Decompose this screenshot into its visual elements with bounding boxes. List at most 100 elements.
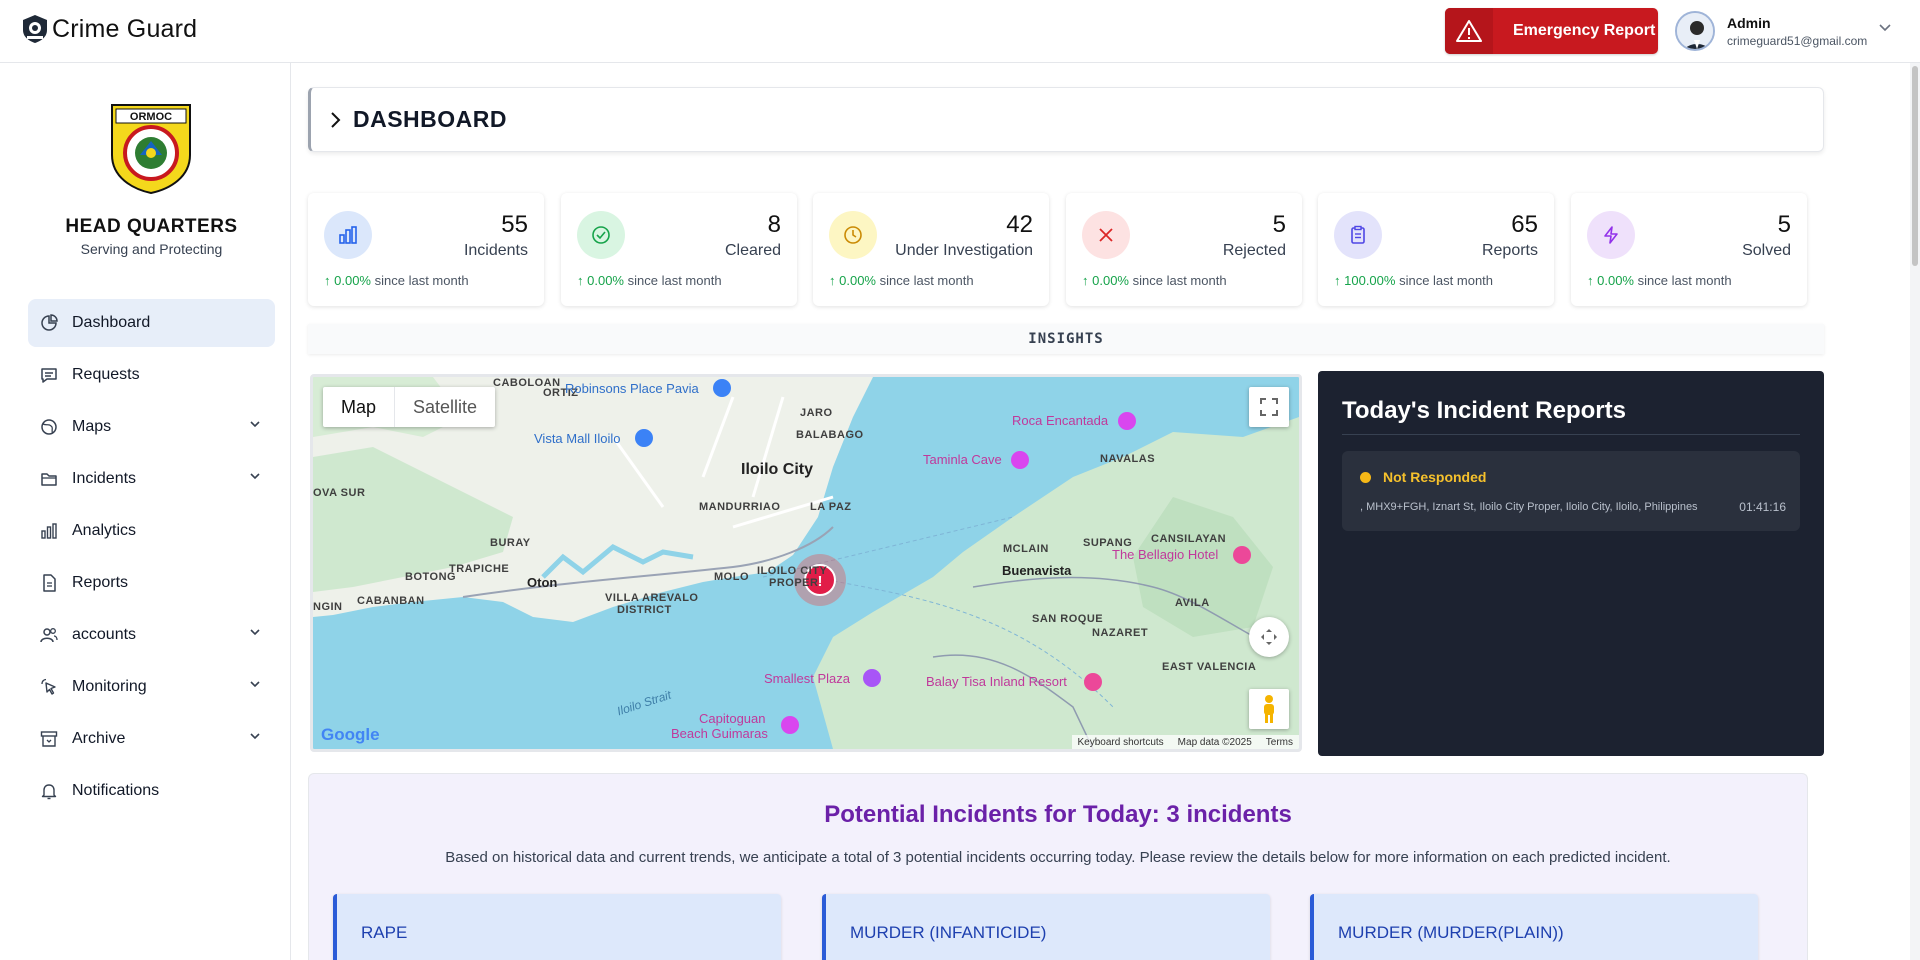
stat-label: Solved <box>1742 242 1791 259</box>
map-label: VILLA AREVALO <box>605 592 699 604</box>
keyboard-shortcuts-link[interactable]: Keyboard shortcuts <box>1078 737 1164 748</box>
stat-change: ↑ 100.00% since last month <box>1334 273 1494 288</box>
map-poi-label[interactable]: Vista Mall Iloilo <box>534 431 620 446</box>
map-label: Buenavista <box>1002 563 1072 578</box>
map-poi-label[interactable]: Robinsons Place Pavia <box>565 381 699 396</box>
potential-incident-card[interactable]: MURDER (INFANTICIDE) <box>822 894 1270 960</box>
stat-label: Rejected <box>1222 242 1286 259</box>
stat-change: ↑ 0.00% since last month <box>1587 273 1732 288</box>
page-header: DASHBOARD <box>308 87 1824 152</box>
hq-subtitle: Serving and Protecting <box>80 241 223 257</box>
map-poi-label[interactable]: Roca Encantada <box>1012 413 1108 428</box>
map-label: CANSILAYAN <box>1151 533 1227 545</box>
map-tab-satellite[interactable]: Satellite <box>395 387 495 427</box>
map-data-text: Map data ©2025 <box>1177 736 1252 748</box>
sidebar-item-reports[interactable]: Reports <box>28 559 275 607</box>
globe-icon <box>41 419 57 435</box>
stat-change: ↑ 0.00% since last month <box>324 273 469 288</box>
stat-card-rejected[interactable]: 5 Rejected ↑ 0.00% since last month <box>1066 193 1302 306</box>
incident-map[interactable]: ! Iloilo City MANDURRIAO LA PAZ JARO BAL… <box>310 374 1302 752</box>
potential-incident-card[interactable]: RAPE <box>333 894 781 960</box>
avatar <box>1675 11 1715 51</box>
map-poi-label[interactable]: Smallest Plaza <box>764 671 850 686</box>
incident-report-item[interactable]: Not Responded , MHX9+FGH, Iznart St, Ilo… <box>1342 451 1800 531</box>
x-icon <box>1082 211 1130 259</box>
stat-card-reports[interactable]: 65 Reports ↑ 100.00% since last month <box>1318 193 1554 306</box>
incident-time: 01:41:16 <box>1739 500 1786 514</box>
top-bar: Crime Guard Emergency Report Admin crime… <box>0 0 1920 63</box>
map-label: AVILA <box>1175 597 1210 609</box>
map-label: NGIN <box>313 601 343 613</box>
user-name: Admin <box>1727 14 1771 31</box>
fullscreen-button[interactable] <box>1249 387 1289 427</box>
user-menu[interactable]: Admin crimeguard51@gmail.com <box>1675 11 1867 51</box>
sidebar-item-accounts[interactable]: accounts <box>28 611 275 659</box>
page-title: DASHBOARD <box>353 106 507 132</box>
map-label: Oton <box>527 575 558 590</box>
archive-icon <box>40 731 58 747</box>
sidebar-item-analytics[interactable]: Analytics <box>28 507 275 555</box>
map-poi-label[interactable]: The Bellagio Hotel <box>1112 547 1218 562</box>
bell-icon <box>41 784 57 800</box>
stat-card-under-investigation[interactable]: 42 Under Investigation ↑ 0.00% since las… <box>813 193 1049 306</box>
panel-title: Today's Incident Reports <box>1342 397 1626 424</box>
stat-value: 42 <box>1006 211 1033 238</box>
sidebar-item-label: Archive <box>72 730 126 747</box>
map-poi-label[interactable]: Balay Tisa Inland Resort <box>926 674 1067 689</box>
warning-icon <box>1445 8 1493 54</box>
terms-link[interactable]: Terms <box>1266 737 1293 748</box>
stat-value: 65 <box>1511 211 1538 238</box>
bar-chart-icon <box>324 211 372 259</box>
map-label: JARO <box>800 407 833 419</box>
chevron-down-icon <box>250 681 260 688</box>
pointer-icon <box>41 678 56 695</box>
map-poi-label[interactable]: Taminla Cave <box>923 452 1002 467</box>
sidebar-item-label: Notifications <box>72 782 160 799</box>
map-label: OVA SUR <box>313 487 366 499</box>
stat-card-solved[interactable]: 5 Solved ↑ 0.00% since last month <box>1571 193 1807 306</box>
sidebar-item-label: Incidents <box>72 470 137 487</box>
divider <box>1342 434 1800 435</box>
chevron-down-icon <box>250 473 260 480</box>
sidebar-item-incidents[interactable]: Incidents <box>28 455 275 503</box>
stat-card-incidents[interactable]: 55 Incidents ↑ 0.00% since last month <box>308 193 544 306</box>
sidebar-item-maps[interactable]: Maps <box>28 403 275 451</box>
sidebar-item-requests[interactable]: Requests <box>28 351 275 399</box>
check-circle-icon <box>577 211 625 259</box>
chevron-down-icon[interactable] <box>1878 23 1892 33</box>
sidebar-item-archive[interactable]: Archive <box>28 715 275 763</box>
sidebar-item-monitoring[interactable]: Monitoring <box>28 663 275 711</box>
map-type-toggle: Map Satellite <box>323 387 496 427</box>
map-label: BURAY <box>490 537 531 549</box>
message-icon <box>41 368 57 383</box>
sidebar-item-notifications[interactable]: Notifications <box>28 767 275 815</box>
map-label: NAZARET <box>1092 627 1149 639</box>
map-label: BOTONG <box>405 571 457 583</box>
emergency-report-button[interactable]: Emergency Report <box>1445 8 1658 54</box>
police-badge-logo: ORMOC <box>111 104 191 195</box>
sidebar-item-label: Analytics <box>72 522 137 539</box>
sidebar-item-dashboard[interactable]: Dashboard <box>28 299 275 347</box>
stat-label: Reports <box>1481 242 1538 259</box>
chevron-right-icon[interactable] <box>329 111 341 129</box>
sidebar-nav: Dashboard Requests Maps Incidents Analyt… <box>28 299 275 819</box>
scrollbar-thumb[interactable] <box>1912 66 1918 266</box>
map-pan-button[interactable] <box>1249 617 1289 657</box>
potential-incident-card[interactable]: MURDER (MURDER(PLAIN)) <box>1310 894 1758 960</box>
stat-card-cleared[interactable]: 8 Cleared ↑ 0.00% since last month <box>561 193 797 306</box>
street-view-button[interactable] <box>1249 689 1289 729</box>
emergency-report-label: Emergency Report <box>1513 22 1656 39</box>
map-tab-map[interactable]: Map <box>323 387 396 427</box>
map-label: TRAPICHE <box>449 563 510 575</box>
svg-text:ORMOC: ORMOC <box>130 111 172 123</box>
chevron-down-icon <box>250 421 260 428</box>
sidebar-item-label: Reports <box>72 574 129 591</box>
brand[interactable]: Crime Guard <box>22 14 197 44</box>
map-poi-label[interactable]: Capitoguan <box>699 711 766 726</box>
map-poi-label[interactable]: Beach Guimaras <box>671 726 768 741</box>
stat-change: ↑ 0.00% since last month <box>1082 273 1227 288</box>
map-label: CABANBAN <box>357 595 425 607</box>
section-description: Based on historical data and current tre… <box>445 849 1671 866</box>
app-title: Crime Guard <box>52 14 198 43</box>
map-label: MANDURRIAO <box>699 501 781 513</box>
